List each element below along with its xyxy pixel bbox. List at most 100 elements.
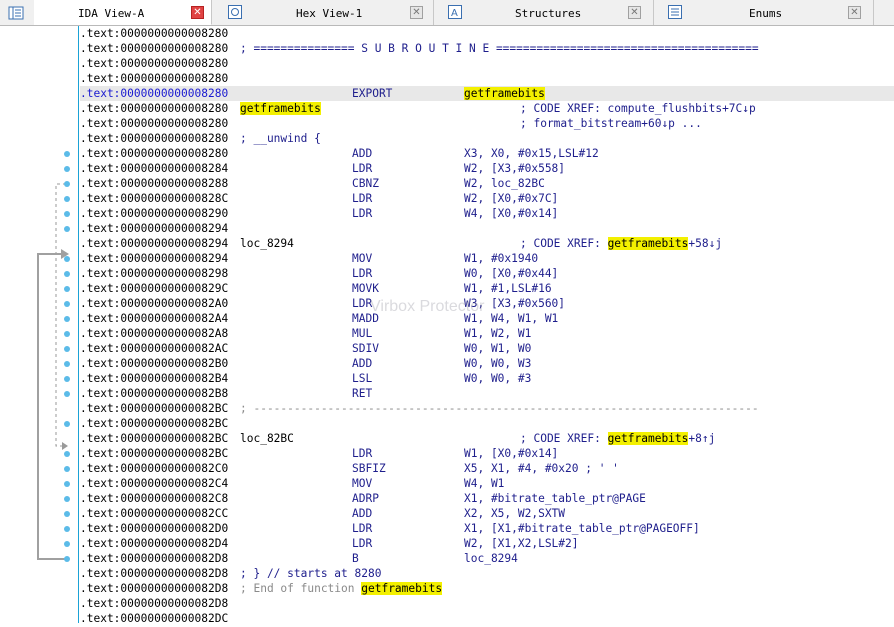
instruction-operands[interactable]: W2, [X3,#0x558] (464, 161, 565, 176)
listing-line[interactable]: .text:0000000000008280 (80, 56, 894, 71)
breakpoint-dot[interactable] (64, 376, 70, 382)
disassembly-listing[interactable]: .text:0000000000008280 .text:000000000000… (80, 26, 894, 626)
instruction-operands[interactable]: W1, #0x1940 (464, 251, 538, 266)
listing-line[interactable]: .text:0000000000008280 (80, 26, 894, 41)
breakpoint-dot[interactable] (64, 316, 70, 322)
tab-structures[interactable]: A Structures ✕ (444, 0, 654, 25)
instruction-operands[interactable]: W1, #1,LSL#16 (464, 281, 552, 296)
listing-line[interactable]: .text:00000000000082C0 SBFIZ X5, X1, #4, #… (80, 461, 894, 476)
highlighted-identifier[interactable]: getframebits (607, 432, 689, 445)
listing-line[interactable]: .text:000000000000828C LDR W2, [X0,#0x7C] (80, 191, 894, 206)
instruction-operands[interactable]: W4, W1 (464, 476, 504, 491)
breakpoint-dot[interactable] (64, 211, 70, 217)
xref-suffix[interactable]: +8↑j (688, 432, 715, 445)
breakpoint-dot[interactable] (64, 511, 70, 517)
listing-line[interactable]: .text:0000000000008284 LDR W2, [X3,#0x558] (80, 161, 894, 176)
listing-line[interactable]: .text:00000000000082C8 ADRP X1, #bitrate_t… (80, 491, 894, 506)
breakpoint-dot[interactable] (64, 301, 70, 307)
listing-line[interactable]: .text:00000000000082BC ; ----------------… (80, 401, 894, 416)
breakpoint-dot[interactable] (64, 541, 70, 547)
listing-line[interactable]: .text:00000000000082D0 LDR X1, [X1,#bitrat… (80, 521, 894, 536)
listing-line[interactable]: .text:00000000000082CC ADD X2, X5, W2,SXTW (80, 506, 894, 521)
listing-line[interactable]: .text:000000000000829C MOVK W1, #1,LSL#16 (80, 281, 894, 296)
breakpoint-dot[interactable] (64, 256, 70, 262)
instruction-operands[interactable]: X5, X1, #4, #0x20 ; ' ' (464, 461, 619, 476)
instruction-operands[interactable]: X2, X5, W2,SXTW (464, 506, 565, 521)
close-icon[interactable]: ✕ (848, 6, 861, 19)
listing-line[interactable]: .text:00000000000082D8 ; End of function … (80, 581, 894, 596)
code-label[interactable]: loc_8294 (240, 236, 294, 251)
breakpoint-dot[interactable] (64, 166, 70, 172)
listing-line[interactable]: .text:00000000000082B8 RET (80, 386, 894, 401)
function-label[interactable]: getframebits (240, 101, 321, 116)
breakpoint-dot[interactable] (64, 226, 70, 232)
listing-line[interactable]: .text:0000000000008294 (80, 221, 894, 236)
highlighted-identifier[interactable]: getframebits (464, 87, 545, 100)
close-icon[interactable]: ✕ (410, 6, 423, 19)
breakpoint-dot[interactable] (64, 481, 70, 487)
listing-line[interactable]: .text:00000000000082D8 ; } // starts at 8… (80, 566, 894, 581)
instruction-operands[interactable]: W0, W1, W0 (464, 341, 531, 356)
instruction-operands[interactable]: W1, W4, W1, W1 (464, 311, 558, 326)
listing-line[interactable]: .text:00000000000082B0 ADD W0, W0, W3 (80, 356, 894, 371)
listing-line[interactable]: .text:00000000000082C4 MOV W4, W1 (80, 476, 894, 491)
instruction-operands[interactable]: W0, W0, W3 (464, 356, 531, 371)
listing-line[interactable]: .text:00000000000082DC (80, 611, 894, 626)
listing-line[interactable]: .text:00000000000082D4 LDR W2, [X1,X2,LSL#… (80, 536, 894, 551)
breakpoint-dot[interactable] (64, 391, 70, 397)
listing-line[interactable]: .text:00000000000082D8 Bloc_8294 (80, 551, 894, 566)
instruction-operands[interactable]: W2, [X1,X2,LSL#2] (464, 536, 579, 551)
breakpoint-dot[interactable] (64, 496, 70, 502)
listing-line[interactable]: .text:00000000000082A4 MADD W1, W4, W1, W1 (80, 311, 894, 326)
listing-line[interactable]: .text:0000000000008294 MOV W1, #0x1940 (80, 251, 894, 266)
listing-line[interactable]: .text:00000000000082BC LDR W1, [X0,#0x14] (80, 446, 894, 461)
listing-line[interactable]: .text:00000000000082D8 (80, 596, 894, 611)
listing-line[interactable]: .text:0000000000008280 EXPORT getframebits (80, 86, 894, 101)
breakpoint-dot[interactable] (64, 286, 70, 292)
instruction-operands[interactable]: W3, [X3,#0x560] (464, 296, 565, 311)
breakpoint-dot[interactable] (64, 526, 70, 532)
breakpoint-dot[interactable] (64, 181, 70, 187)
code-label[interactable]: loc_82BC (240, 431, 294, 446)
listing-line[interactable]: .text:00000000000082AC SDIV W0, W1, W0 (80, 341, 894, 356)
close-icon[interactable]: ✕ (628, 6, 641, 19)
listing-line[interactable]: .text:0000000000008288 CBNZ W2, loc_82BC (80, 176, 894, 191)
listing-line[interactable]: .text:0000000000008280 (80, 71, 894, 86)
instruction-operands[interactable]: X1, [X1,#bitrate_table_ptr@PAGEOFF] (464, 521, 700, 536)
breakpoint-dot[interactable] (64, 556, 70, 562)
listing-line[interactable]: .text:00000000000082A8 MUL W1, W2, W1 (80, 326, 894, 341)
tab-list-icon[interactable] (8, 5, 24, 20)
listing-line[interactable]: .text:00000000000082BC (80, 416, 894, 431)
instruction-operands[interactable]: W2, [X0,#0x7C] (464, 191, 558, 206)
listing-line[interactable]: .text:00000000000082BC loc_82BC ; CODE XRE… (80, 431, 894, 446)
instruction-operands[interactable]: X3, X0, #0x15,LSL#12 (464, 146, 599, 161)
breakpoint-dot[interactable] (64, 346, 70, 352)
instruction-operands[interactable]: W4, [X0,#0x14] (464, 206, 558, 221)
listing-line[interactable]: .text:0000000000008280 ADD X3, X0, #0x15,L… (80, 146, 894, 161)
highlighted-identifier[interactable]: getframebits (361, 582, 443, 595)
breakpoint-dot[interactable] (64, 451, 70, 457)
close-icon[interactable]: ✕ (191, 6, 204, 19)
breakpoint-dot[interactable] (64, 361, 70, 367)
instruction-operands[interactable]: W0, [X0,#0x44] (464, 266, 558, 281)
listing-line[interactable]: .text:0000000000008280 ; __unwind { (80, 131, 894, 146)
breakpoint-dot[interactable] (64, 151, 70, 157)
instruction-operands[interactable]: W1, W2, W1 (464, 326, 531, 341)
instruction-operands[interactable]: X1, #bitrate_table_ptr@PAGE (464, 491, 646, 506)
breakpoint-dot[interactable] (64, 196, 70, 202)
breakpoint-dot[interactable] (64, 466, 70, 472)
listing-line[interactable]: .text:0000000000008280 ; =============== … (80, 41, 894, 56)
instruction-operands[interactable]: W1, [X0,#0x14] (464, 446, 558, 461)
instruction-operands[interactable]: W0, W0, #3 (464, 371, 531, 386)
instruction-operands[interactable]: loc_8294 (464, 551, 518, 566)
tab-hex-view-1[interactable]: Hex View-1 ✕ (224, 0, 434, 25)
tab-enums[interactable]: Enums ✕ (664, 0, 874, 25)
highlighted-identifier[interactable]: getframebits (607, 237, 689, 250)
xref-suffix[interactable]: +58↓j (688, 237, 722, 250)
breakpoint-dot[interactable] (64, 271, 70, 277)
breakpoint-dot[interactable] (64, 331, 70, 337)
listing-line[interactable]: .text:0000000000008294 loc_8294 ; CODE XRE… (80, 236, 894, 251)
listing-line[interactable]: .text:0000000000008290 LDR W4, [X0,#0x14] (80, 206, 894, 221)
listing-line[interactable]: .text:0000000000008280 ; format_bitstream… (80, 116, 894, 131)
breakpoint-dot[interactable] (64, 421, 70, 427)
